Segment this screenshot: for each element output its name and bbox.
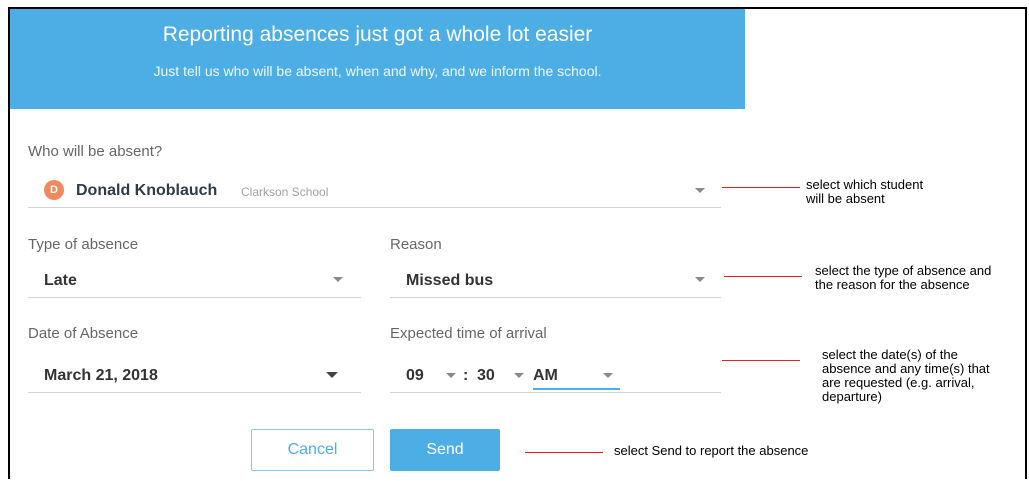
chevron-down-icon [695, 277, 705, 282]
banner-subtitle: Just tell us who will be absent, when an… [153, 63, 602, 79]
absence-type-select[interactable]: Late [28, 262, 361, 298]
send-button[interactable]: Send [390, 429, 500, 471]
annotation-connector [724, 276, 802, 277]
annotation-date-time: select the date(s) of the absence and an… [822, 347, 990, 404]
chevron-down-icon [333, 277, 343, 282]
header-banner: Reporting absences just got a whole lot … [10, 9, 745, 109]
annotation-student: select which student will be absent [806, 177, 924, 206]
student-select[interactable]: D Donald Knoblauch Clarkson School [28, 172, 721, 208]
date-picker[interactable]: March 21, 2018 [28, 357, 361, 393]
student-school: Clarkson School [241, 185, 329, 199]
banner-title: Reporting absences just got a whole lot … [162, 23, 593, 46]
minute-select[interactable]: 30 [477, 367, 495, 385]
chevron-down-icon [695, 188, 705, 193]
annotation-send: select Send to report the absence [614, 443, 809, 458]
annotation-connector [722, 187, 800, 188]
arrival-label: Expected time of arrival [390, 325, 547, 342]
reason-label: Reason [390, 236, 442, 253]
chevron-down-icon[interactable] [603, 373, 613, 378]
date-value: March 21, 2018 [44, 367, 158, 384]
time-separator: : [463, 367, 469, 384]
chevron-down-icon[interactable] [514, 373, 524, 378]
date-label: Date of Absence [28, 325, 139, 342]
student-name: Donald Knoblauch [76, 182, 218, 199]
annotation-type-reason: select the type of absence and the reaso… [815, 263, 992, 292]
student-label: Who will be absent? [28, 143, 163, 160]
reason-value: Missed bus [406, 272, 494, 289]
chevron-down-icon[interactable] [446, 373, 456, 378]
cancel-button[interactable]: Cancel [251, 429, 374, 471]
period-select-underline [533, 388, 620, 390]
absence-type-label: Type of absence [28, 236, 139, 253]
annotation-connector [525, 452, 603, 453]
absence-type-value: Late [44, 272, 77, 289]
chevron-down-icon [326, 372, 338, 378]
avatar: D [44, 180, 64, 200]
period-select[interactable]: AM [533, 367, 558, 385]
hour-select[interactable]: 09 [406, 367, 424, 385]
reason-select[interactable]: Missed bus [390, 262, 721, 298]
annotation-connector [722, 360, 800, 361]
